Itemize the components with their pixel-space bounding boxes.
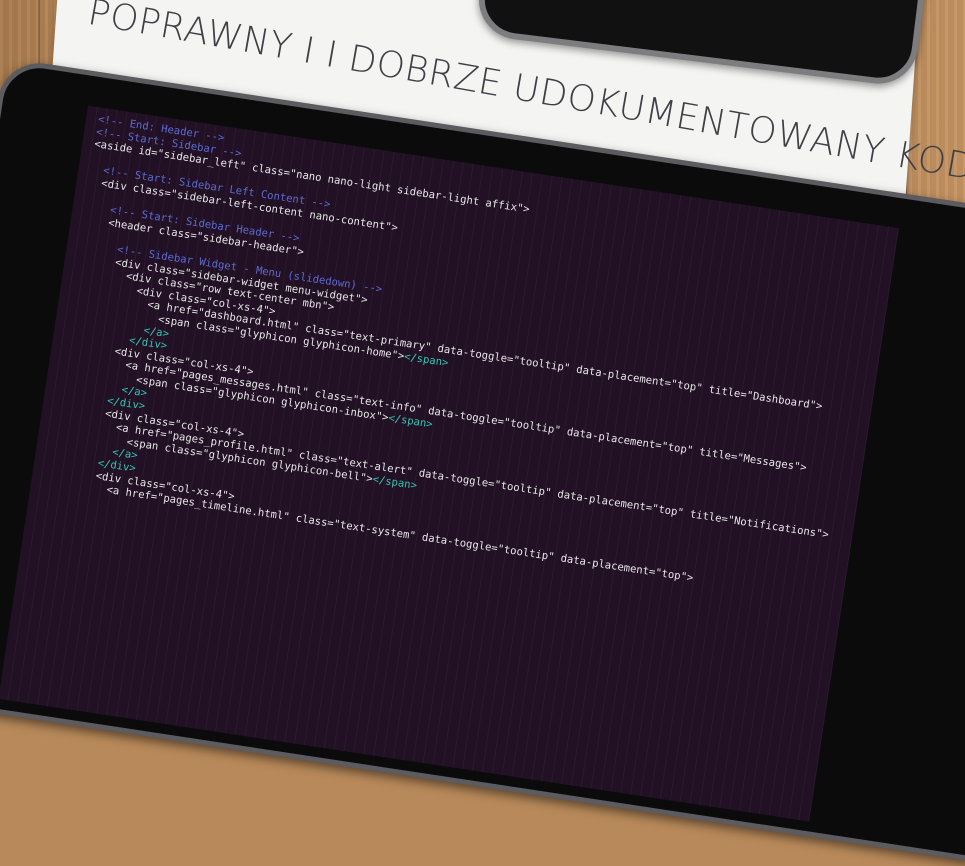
code-listing: <!-- End: Header --> <!-- Start: Sidebar … [43, 113, 875, 604]
tablet-screen: <!-- End: Header --> <!-- Start: Sidebar … [0, 105, 899, 822]
